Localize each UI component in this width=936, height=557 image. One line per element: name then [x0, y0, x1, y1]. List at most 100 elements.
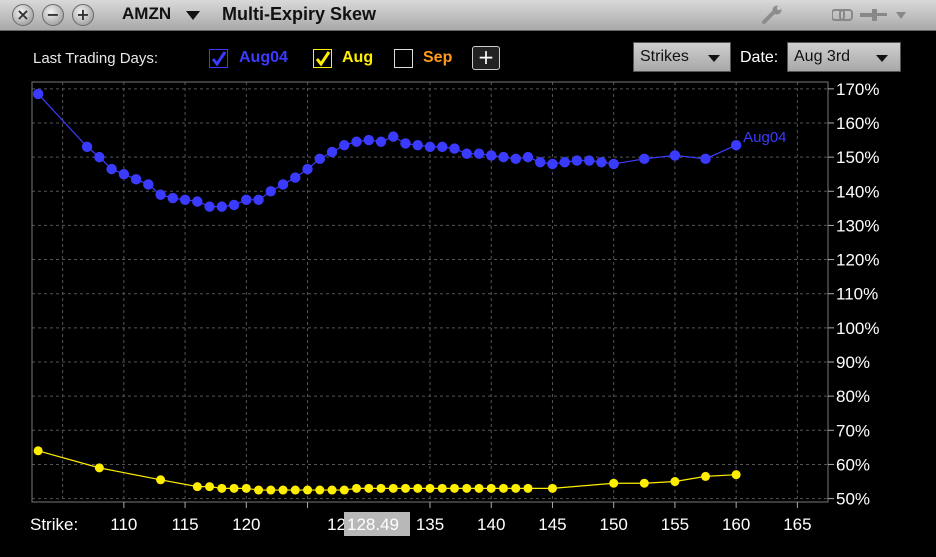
x-tick-label: 150 [600, 515, 628, 534]
data-point [522, 151, 534, 163]
data-point [192, 196, 203, 207]
data-point [33, 446, 43, 456]
x-tick-label: 110 [110, 515, 137, 534]
data-point [486, 150, 497, 161]
data-point [486, 483, 496, 493]
skew-chart[interactable]: 170% 160% 150% 140% 130% 120% 110% 100% 90% 80% 70… [0, 0, 936, 557]
x-tick-label: 115 [172, 515, 199, 534]
x-tick-label: 145 [538, 515, 566, 534]
data-point [315, 485, 325, 495]
data-point [290, 172, 301, 183]
data-point [241, 483, 251, 493]
y-tick-label: 60% [836, 455, 870, 474]
data-point [559, 157, 570, 168]
data-point [167, 192, 179, 204]
data-point [375, 136, 387, 147]
data-point [437, 141, 448, 153]
data-point [670, 477, 680, 487]
data-point [535, 157, 546, 168]
y-tick-label: 100% [836, 319, 879, 338]
data-point [327, 485, 337, 495]
data-point [192, 482, 202, 492]
y-tick-label: 120% [836, 251, 879, 270]
data-point [571, 155, 583, 166]
data-point [156, 475, 166, 485]
data-point [254, 485, 264, 495]
data-point [510, 153, 521, 165]
data-point [155, 189, 166, 200]
data-point [228, 199, 240, 211]
strike-axis-label: Strike: [30, 515, 78, 534]
data-point [376, 483, 386, 493]
data-point [364, 483, 374, 493]
data-point [265, 186, 276, 197]
data-point [303, 485, 313, 495]
y-tick-label: 70% [836, 421, 870, 440]
data-point [388, 483, 398, 493]
data-point [253, 194, 264, 206]
data-point [266, 485, 276, 495]
y-tick-label: 80% [836, 387, 870, 406]
data-point [730, 139, 742, 151]
data-point [216, 201, 228, 212]
data-point [547, 158, 558, 170]
data-point [547, 483, 557, 493]
data-point [412, 139, 423, 151]
y-tick-label: 110% [836, 285, 878, 304]
x-tick-label: 165 [783, 515, 811, 534]
current-price-label: 128.49 [347, 515, 399, 534]
x-tick-label: 135 [416, 515, 444, 534]
data-point [339, 139, 350, 151]
data-point [424, 141, 436, 153]
skew-window: × − + AMZN Multi-Expiry Skew Last Tradin… [0, 0, 936, 557]
data-point [326, 146, 338, 158]
data-point [179, 194, 191, 206]
data-point [32, 88, 44, 100]
y-tick-label: 130% [836, 216, 879, 235]
y-tick-label: 150% [836, 148, 879, 167]
data-point [106, 163, 117, 175]
y-tick-label: 170% [836, 80, 879, 99]
data-point [351, 136, 362, 147]
data-point [608, 158, 619, 170]
data-point [241, 194, 252, 206]
data-point [130, 174, 142, 185]
x-tick-label: 155 [661, 515, 689, 534]
data-point [400, 138, 411, 149]
x-tick-label: 12 [327, 515, 346, 534]
data-point [314, 153, 325, 165]
y-tick-label: 140% [836, 182, 879, 201]
data-point [229, 483, 239, 493]
data-point [413, 483, 423, 493]
data-point [498, 483, 508, 493]
data-point [302, 163, 313, 175]
data-point [143, 179, 154, 190]
data-point [339, 485, 349, 495]
data-point [639, 478, 649, 488]
data-point [511, 483, 521, 493]
data-point [449, 483, 459, 493]
y-tick-label: 90% [836, 353, 870, 372]
data-point [584, 155, 595, 166]
data-point [205, 482, 215, 492]
series-line-aug04 [37, 93, 737, 208]
data-point [437, 483, 447, 493]
data-point [596, 157, 607, 168]
data-point [462, 483, 472, 493]
data-point [523, 483, 533, 493]
data-point [352, 483, 362, 493]
data-point [669, 150, 681, 161]
data-point [204, 201, 215, 212]
data-point [639, 153, 650, 165]
data-point [278, 485, 288, 495]
series-line-aug [37, 450, 737, 491]
data-point [425, 483, 435, 493]
x-tick-label: 160 [722, 515, 750, 534]
data-point [290, 485, 300, 495]
y-tick-label: 160% [836, 114, 879, 133]
data-point [473, 148, 485, 159]
data-point [449, 143, 460, 154]
data-point [94, 151, 105, 163]
data-point [701, 471, 711, 481]
x-tick-label: 140 [477, 515, 505, 534]
